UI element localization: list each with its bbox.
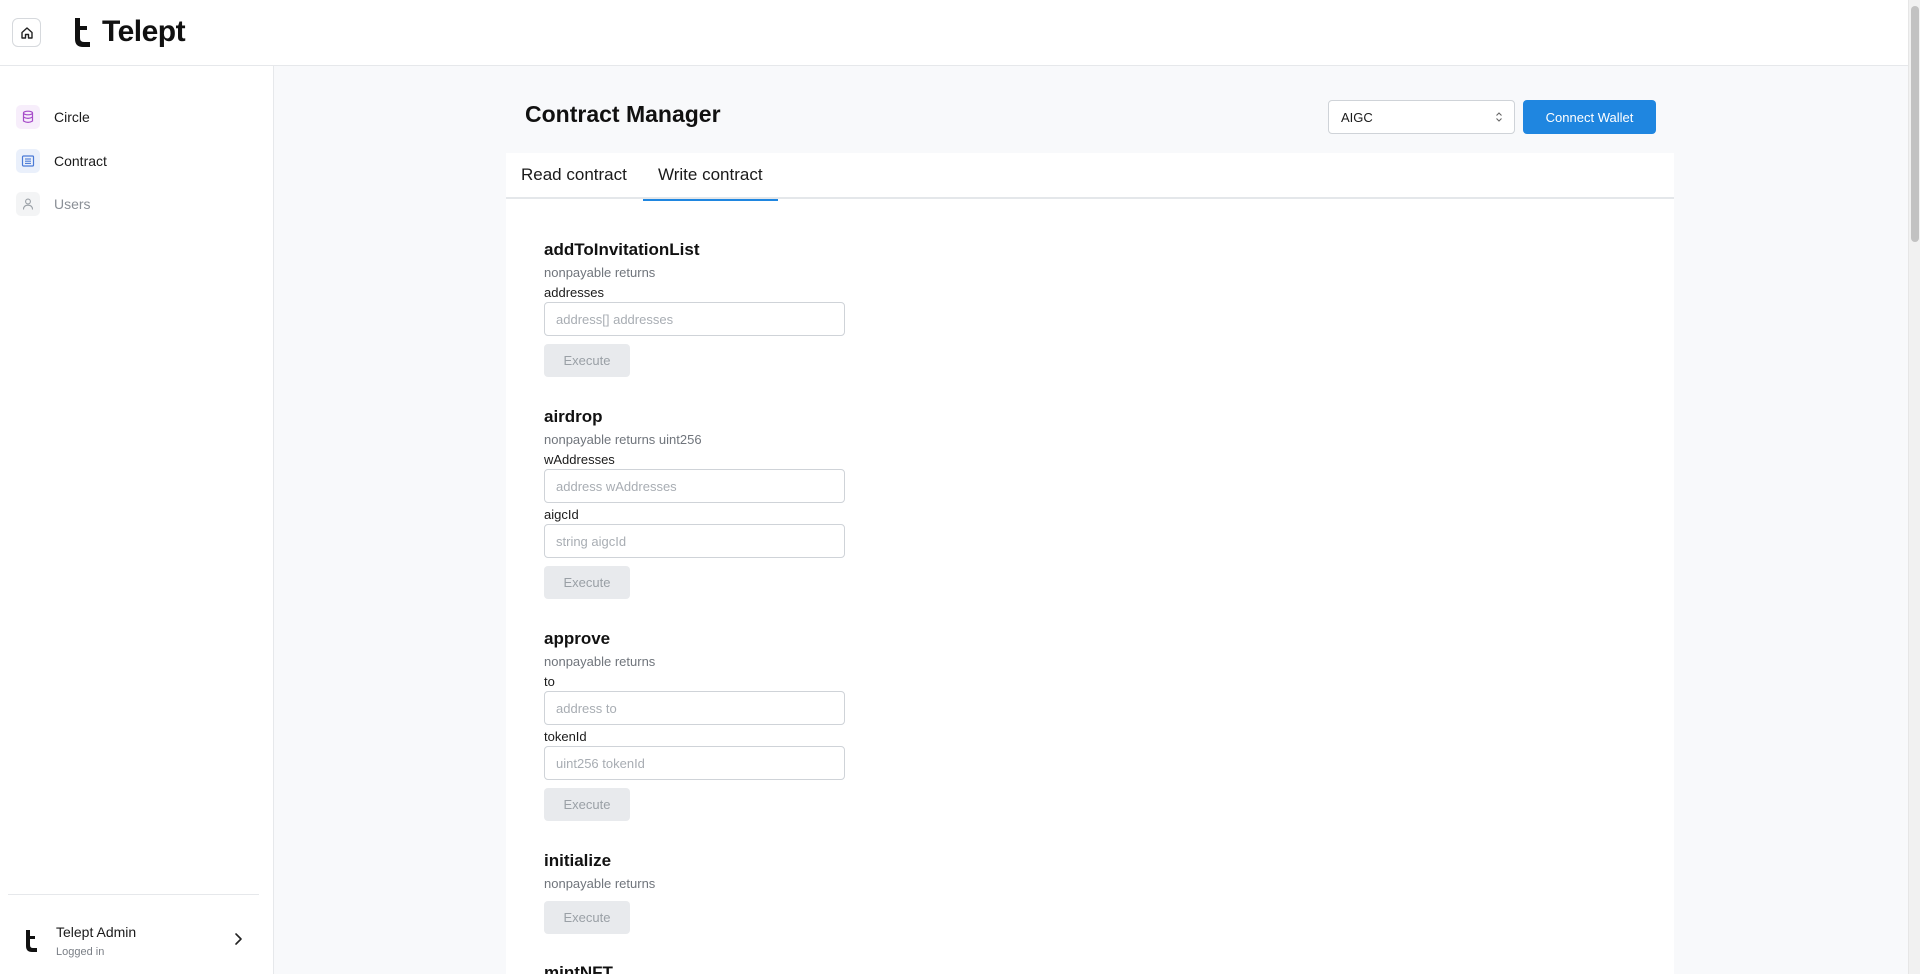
scrollbar-thumb[interactable]	[1911, 6, 1919, 242]
function-signature: nonpayable returns	[544, 876, 656, 891]
addresses-input[interactable]	[544, 302, 845, 336]
telept-logo-icon	[75, 18, 90, 47]
sidebar: Circle Contract Users Telept Admin Logge…	[0, 66, 274, 974]
chevron-right-icon	[235, 933, 242, 945]
function-signature: nonpayable returns uint256	[544, 432, 702, 447]
contract-select-value: AIGC	[1341, 109, 1373, 125]
function-title: approve	[544, 629, 611, 648]
aigcid-input[interactable]	[544, 524, 845, 558]
execute-button[interactable]: Execute	[544, 344, 630, 377]
sidebar-item-contract[interactable]: Contract	[16, 147, 107, 175]
home-button[interactable]	[12, 18, 41, 47]
param-label: addresses	[544, 285, 604, 300]
sidebar-item-circle[interactable]: Circle	[16, 103, 90, 131]
avatar	[26, 930, 37, 952]
contract-select[interactable]: AIGC	[1328, 100, 1515, 134]
list-icon	[16, 149, 40, 173]
tokenid-input[interactable]	[544, 746, 845, 780]
sidebar-item-label: Users	[54, 196, 91, 212]
function-signature: nonpayable returns	[544, 654, 656, 669]
param-label: to	[544, 674, 555, 689]
function-title: mintNFT	[544, 963, 613, 974]
waddresses-input[interactable]	[544, 469, 845, 503]
page-scrollbar[interactable]	[1908, 0, 1920, 974]
page-title: Contract Manager	[525, 101, 721, 127]
sidebar-divider	[8, 894, 259, 895]
tab-write-contract[interactable]: Write contract	[643, 165, 778, 201]
to-input[interactable]	[544, 691, 845, 725]
param-label: tokenId	[544, 729, 587, 744]
user-name: Telept Admin	[56, 924, 137, 940]
function-title: addToInvitationList	[544, 240, 700, 259]
function-title: airdrop	[544, 407, 603, 426]
param-label: wAddresses	[544, 452, 615, 467]
select-arrows-icon	[1496, 112, 1502, 122]
execute-button[interactable]: Execute	[544, 788, 630, 821]
connect-wallet-button[interactable]: Connect Wallet	[1523, 100, 1656, 134]
user-profile[interactable]: Telept Admin Logged in	[24, 918, 254, 964]
tab-read-contract[interactable]: Read contract	[521, 165, 627, 199]
function-signature: nonpayable returns	[544, 265, 656, 280]
brand-name: Telept	[102, 15, 186, 48]
execute-button[interactable]: Execute	[544, 566, 630, 599]
brand-logo[interactable]: Telept	[72, 12, 186, 52]
execute-button[interactable]: Execute	[544, 901, 630, 934]
sidebar-item-label: Circle	[54, 109, 90, 125]
param-label: aigcId	[544, 507, 579, 522]
top-bar: Telept	[0, 0, 1908, 66]
sidebar-item-users[interactable]: Users	[16, 190, 91, 218]
contract-panel: Read contract Write contract addToInvita…	[506, 153, 1674, 974]
user-status: Logged in	[56, 946, 105, 958]
tab-bar: Read contract Write contract	[506, 153, 1674, 201]
user-icon	[16, 192, 40, 216]
sidebar-item-label: Contract	[54, 153, 107, 169]
home-icon	[20, 26, 33, 39]
function-title: initialize	[544, 851, 612, 870]
database-icon	[16, 105, 40, 129]
